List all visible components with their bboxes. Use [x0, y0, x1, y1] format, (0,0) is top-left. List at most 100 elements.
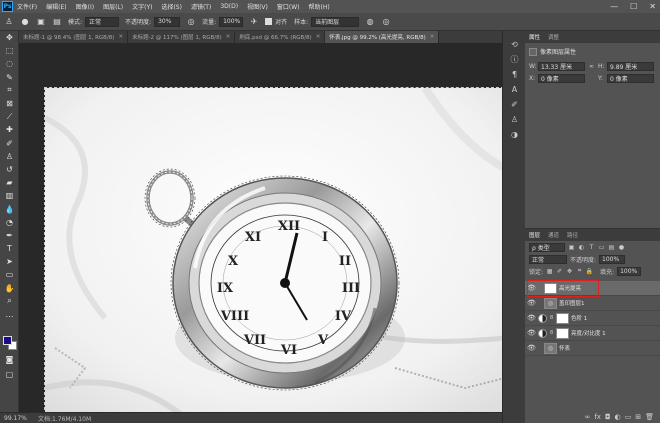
blur-tool-icon[interactable]: 💧	[0, 202, 19, 215]
move-tool-icon[interactable]: ✥	[0, 31, 19, 44]
filter-type-icon[interactable]: T	[588, 244, 595, 251]
trash-icon[interactable]: 🗑	[645, 413, 654, 421]
layer-row[interactable]: 👁 ◎ 怀表	[525, 341, 660, 356]
lasso-tool-icon[interactable]: ◌	[0, 57, 19, 70]
tab-close-icon[interactable]: ✕	[226, 34, 231, 40]
layer-row[interactable]: 👁 8 色阶 1	[525, 311, 660, 326]
new-adjustment-icon[interactable]: ◐	[615, 413, 621, 421]
sample-select[interactable]: 当前图层	[311, 16, 360, 27]
link-layers-icon[interactable]: ∞	[585, 413, 591, 421]
filter-shape-icon[interactable]: ▭	[598, 244, 605, 251]
foreground-color-swatch[interactable]	[3, 336, 12, 345]
stamp-tool-icon[interactable]: ♙	[4, 17, 14, 27]
fill-field[interactable]: 100%	[617, 266, 642, 276]
tab-adjustments[interactable]: 调整	[548, 33, 559, 41]
ignore-adjustment-icon[interactable]: ◍	[365, 17, 375, 27]
healing-brush-tool-icon[interactable]: ✚	[0, 123, 19, 136]
visibility-eye-icon[interactable]: 👁	[525, 299, 538, 307]
visibility-eye-icon[interactable]: 👁	[525, 344, 538, 352]
quick-select-tool-icon[interactable]: ✎	[0, 71, 19, 84]
color-panel-icon[interactable]: ◑	[503, 127, 526, 142]
tab-brush-psd[interactable]: 刷底.psd @ 66.7% (RGB/8) ✕	[235, 31, 326, 43]
eyedropper-tool-icon[interactable]: ⟋	[0, 110, 19, 123]
new-group-icon[interactable]: ▭	[625, 413, 632, 421]
layer-row[interactable]: 👁 8 亮度/对比度 1	[525, 326, 660, 341]
visibility-eye-icon[interactable]: 👁	[525, 314, 538, 322]
lock-all-icon[interactable]: 🔒	[586, 268, 593, 275]
menu-edit[interactable]: 编辑(E)	[46, 2, 66, 11]
layer-row[interactable]: 👁 ◎ 盖印图层1	[525, 296, 660, 311]
filter-adjust-icon[interactable]: ◐	[578, 244, 585, 251]
dodge-tool-icon[interactable]: ◔	[0, 216, 19, 229]
canvas-area[interactable]: XII I II III IV V VI VII VIII IX X XI	[19, 43, 502, 412]
filter-pixel-icon[interactable]: ▣	[568, 244, 575, 251]
y-field[interactable]: 0 像素	[607, 74, 654, 83]
brush-tool-icon[interactable]: ✐	[0, 137, 19, 150]
tab-close-icon[interactable]: ✕	[316, 34, 321, 40]
brush-preset-icon[interactable]: ●	[20, 17, 30, 27]
maximize-button[interactable]: ☐	[630, 2, 637, 11]
tab-layers[interactable]: 图层	[529, 231, 540, 239]
tab-untitled-1[interactable]: 未标题-1 @ 98.4% (图层 1, RGB/8) ✕	[19, 31, 129, 43]
close-button[interactable]: ✕	[649, 2, 656, 11]
history-brush-tool-icon[interactable]: ↺	[0, 163, 19, 176]
airbrush-icon[interactable]: ✈	[249, 17, 259, 27]
pressure-size-icon[interactable]: ◎	[381, 17, 391, 27]
menu-type[interactable]: 文字(Y)	[132, 2, 152, 11]
paragraph-icon[interactable]: ¶	[503, 67, 526, 82]
tab-close-icon[interactable]: ✕	[430, 34, 435, 40]
mode-select[interactable]: 正常	[85, 16, 120, 27]
zoom-level[interactable]: 99.17%	[4, 415, 30, 422]
more-tools-icon[interactable]: …	[0, 308, 19, 321]
clone-source-icon[interactable]: ▤	[52, 17, 62, 27]
marquee-tool-icon[interactable]: ⬚	[0, 44, 19, 57]
x-field[interactable]: 0 像素	[538, 74, 585, 83]
gradient-tool-icon[interactable]: ▥	[0, 189, 19, 202]
menu-3d[interactable]: 3D(D)	[220, 3, 238, 10]
tab-close-icon[interactable]: ✕	[118, 34, 123, 40]
menu-help[interactable]: 帮助(H)	[309, 2, 330, 11]
align-checkbox[interactable]	[265, 18, 273, 25]
flow-field[interactable]: 100%	[219, 16, 244, 27]
layer-opacity-field[interactable]: 100%	[599, 254, 626, 264]
history-icon[interactable]: ⟲	[503, 37, 526, 52]
layer-row[interactable]: 👁 高光提亮	[525, 280, 660, 297]
filter-smart-icon[interactable]: ▤	[608, 244, 615, 251]
tab-properties[interactable]: 属性	[529, 33, 540, 41]
pressure-opacity-icon[interactable]: ◎	[186, 17, 196, 27]
tab-channels[interactable]: 通道	[548, 231, 559, 239]
add-mask-icon[interactable]: ◘	[605, 413, 611, 421]
width-field[interactable]: 13.33 厘米	[538, 62, 585, 71]
menu-layer[interactable]: 图层(L)	[103, 2, 123, 11]
document-canvas[interactable]: XII I II III IV V VI VII VIII IX X XI	[44, 87, 502, 412]
frame-tool-icon[interactable]: ⊠	[0, 97, 19, 110]
tab-untitled-2[interactable]: 未标题-2 @ 117% (图层 1, RGB/8) ✕	[128, 31, 236, 43]
height-field[interactable]: 9.89 厘米	[607, 62, 654, 71]
document-info[interactable]: 文档:1.76M/4.10M	[38, 414, 91, 423]
color-swatches[interactable]	[3, 336, 17, 350]
menu-view[interactable]: 视图(V)	[247, 2, 268, 11]
fx-icon[interactable]: fx	[594, 413, 601, 421]
lock-artboard-icon[interactable]: ⌗	[576, 267, 583, 275]
lock-move-icon[interactable]: ✥	[566, 268, 573, 275]
shape-tool-icon[interactable]: ▭	[0, 268, 19, 281]
menu-select[interactable]: 选择(S)	[161, 2, 182, 11]
lock-pixels-icon[interactable]: ▦	[546, 268, 553, 275]
info-icon[interactable]: ⓘ	[503, 52, 526, 67]
screen-mode-icon[interactable]: ▢	[0, 368, 19, 381]
eraser-tool-icon[interactable]: ▰	[0, 176, 19, 189]
minimize-button[interactable]: —	[610, 2, 618, 11]
character-icon[interactable]: A	[503, 82, 526, 97]
brushes-icon[interactable]: ✐	[503, 97, 526, 112]
opacity-field[interactable]: 30%	[154, 16, 181, 27]
menu-filter[interactable]: 滤镜(T)	[191, 2, 211, 11]
blend-mode-select[interactable]: 正常	[529, 254, 567, 264]
link-icon[interactable]: ∞	[588, 63, 595, 70]
tab-pocket-watch[interactable]: 怀表.jpg @ 99.2% (高光提亮, RGB/8) ✕	[325, 31, 440, 43]
tab-paths[interactable]: 路径	[567, 231, 578, 239]
path-select-tool-icon[interactable]: ➤	[0, 255, 19, 268]
hand-tool-icon[interactable]: ✋	[0, 282, 19, 295]
type-tool-icon[interactable]: T	[0, 242, 19, 255]
layer-filter-select[interactable]: ρ 类型	[529, 242, 565, 252]
pen-tool-icon[interactable]: ✒	[0, 229, 19, 242]
